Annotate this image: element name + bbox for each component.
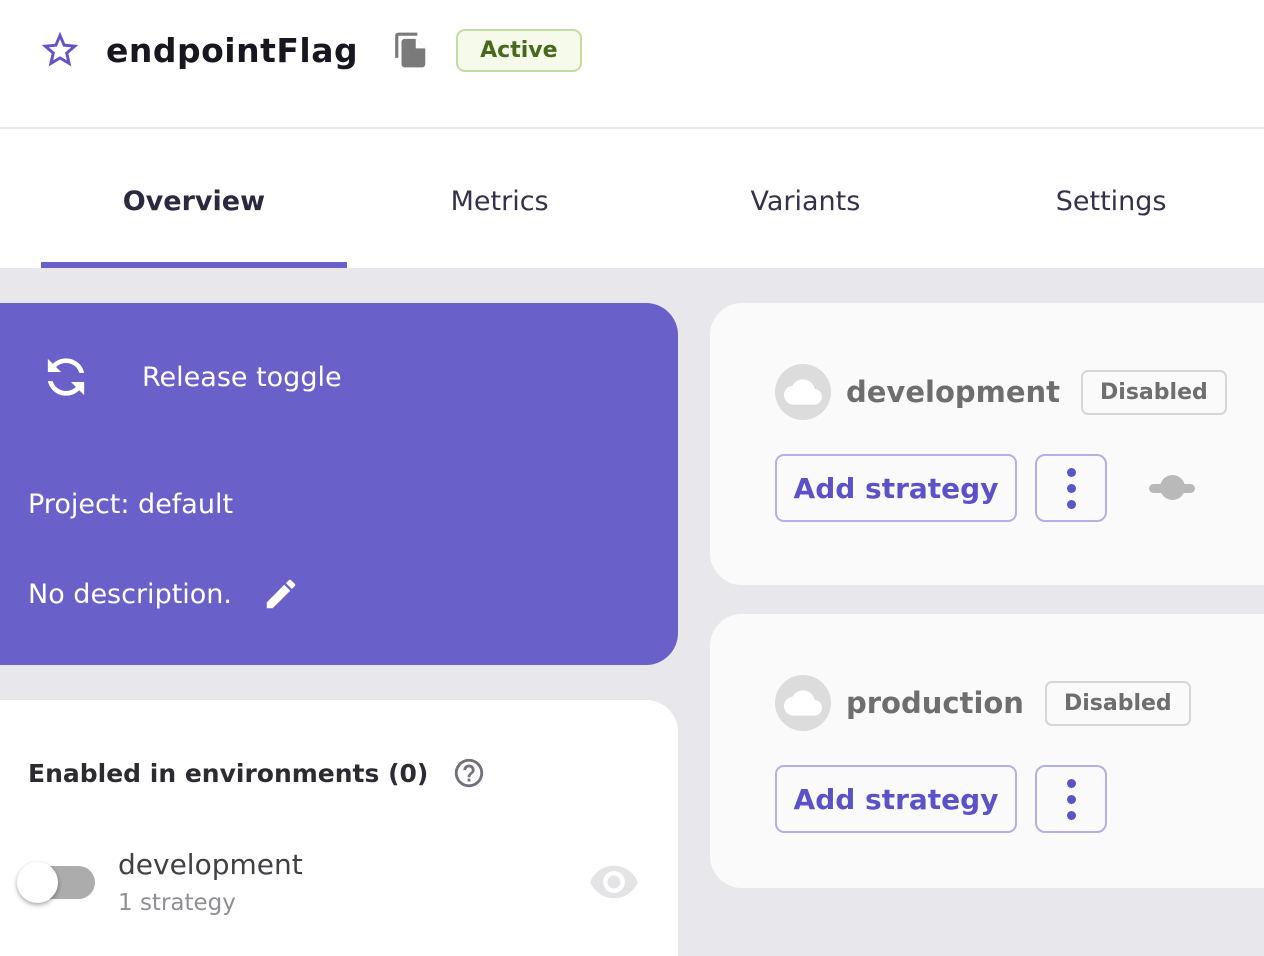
copy-icon[interactable] <box>392 31 430 69</box>
enabled-environments-panel: Enabled in environments (0) development … <box>0 700 678 956</box>
environment-card-header: development Disabled <box>775 364 1227 420</box>
kebab-dot <box>1067 795 1076 804</box>
add-strategy-button[interactable]: Add strategy <box>775 765 1017 833</box>
environment-card-title: development <box>846 375 1060 409</box>
environment-card-development: development Disabled Add strategy <box>710 303 1264 585</box>
tab-settings[interactable]: Settings <box>958 129 1264 268</box>
environment-status-chip: Disabled <box>1045 681 1191 726</box>
toggle-type-card: Release toggle Project: default No descr… <box>0 303 678 665</box>
tab-overview[interactable]: Overview <box>41 129 347 268</box>
kebab-dot <box>1067 500 1076 509</box>
tab-variants-label: Variants <box>750 186 860 217</box>
tab-overview-label: Overview <box>123 186 265 217</box>
cloud-icon <box>784 684 822 722</box>
page-title: endpointFlag <box>106 31 358 70</box>
header: endpointFlag Active <box>0 0 1264 129</box>
slider-knob <box>1160 475 1185 500</box>
tab-metrics[interactable]: Metrics <box>347 129 653 268</box>
environment-card-title: production <box>846 686 1024 720</box>
feature-flag-page: endpointFlag Active Overview Metrics Var… <box>0 0 1264 956</box>
environment-row: development 1 strategy <box>0 848 678 916</box>
environment-avatar <box>775 364 831 420</box>
favorite-star-icon[interactable] <box>38 28 82 72</box>
environment-toggle[interactable] <box>20 866 95 899</box>
tab-metrics-label: Metrics <box>451 186 549 217</box>
environment-menu-button[interactable] <box>1035 454 1107 522</box>
kebab-dot <box>1067 811 1076 820</box>
environment-texts: development 1 strategy <box>118 848 303 916</box>
release-toggle-loop-icon <box>26 337 105 416</box>
environment-menu-button[interactable] <box>1035 765 1107 833</box>
project-label: Project: default <box>28 489 233 520</box>
environment-card-actions: Add strategy <box>775 454 1195 522</box>
kebab-dot <box>1067 779 1076 788</box>
status-badge: Active <box>456 29 581 72</box>
environment-card-actions: Add strategy <box>775 765 1107 833</box>
add-strategy-button[interactable]: Add strategy <box>775 454 1017 522</box>
visibility-eye-icon[interactable] <box>588 856 640 908</box>
environment-avatar <box>775 675 831 731</box>
kebab-dot <box>1067 468 1076 477</box>
toggle-type-row: Release toggle <box>38 349 342 405</box>
description-label: No description. <box>28 579 232 610</box>
overview-content: Release toggle Project: default No descr… <box>0 268 1264 956</box>
environment-name: development <box>118 848 303 881</box>
header-row: endpointFlag Active <box>0 0 1264 100</box>
enabled-environments-heading: Enabled in environments (0) <box>28 759 428 788</box>
environment-card-production: production Disabled Add strategy <box>710 614 1264 888</box>
kebab-dot <box>1067 484 1076 493</box>
cloud-icon <box>784 373 822 411</box>
environment-strategy-count: 1 strategy <box>118 890 303 916</box>
tab-bar: Overview Metrics Variants Settings <box>0 129 1264 268</box>
toggle-thumb <box>17 862 58 903</box>
environment-card-header: production Disabled <box>775 675 1191 731</box>
disabled-switch-icon[interactable] <box>1149 475 1195 501</box>
tab-settings-label: Settings <box>1056 186 1167 217</box>
environment-status-chip: Disabled <box>1081 370 1227 415</box>
toggle-type-label: Release toggle <box>142 362 342 393</box>
help-icon[interactable] <box>452 756 486 790</box>
enabled-environments-header: Enabled in environments (0) <box>28 756 486 790</box>
tab-variants[interactable]: Variants <box>653 129 959 268</box>
edit-description-icon[interactable] <box>262 575 300 613</box>
description-row: No description. <box>28 575 300 613</box>
